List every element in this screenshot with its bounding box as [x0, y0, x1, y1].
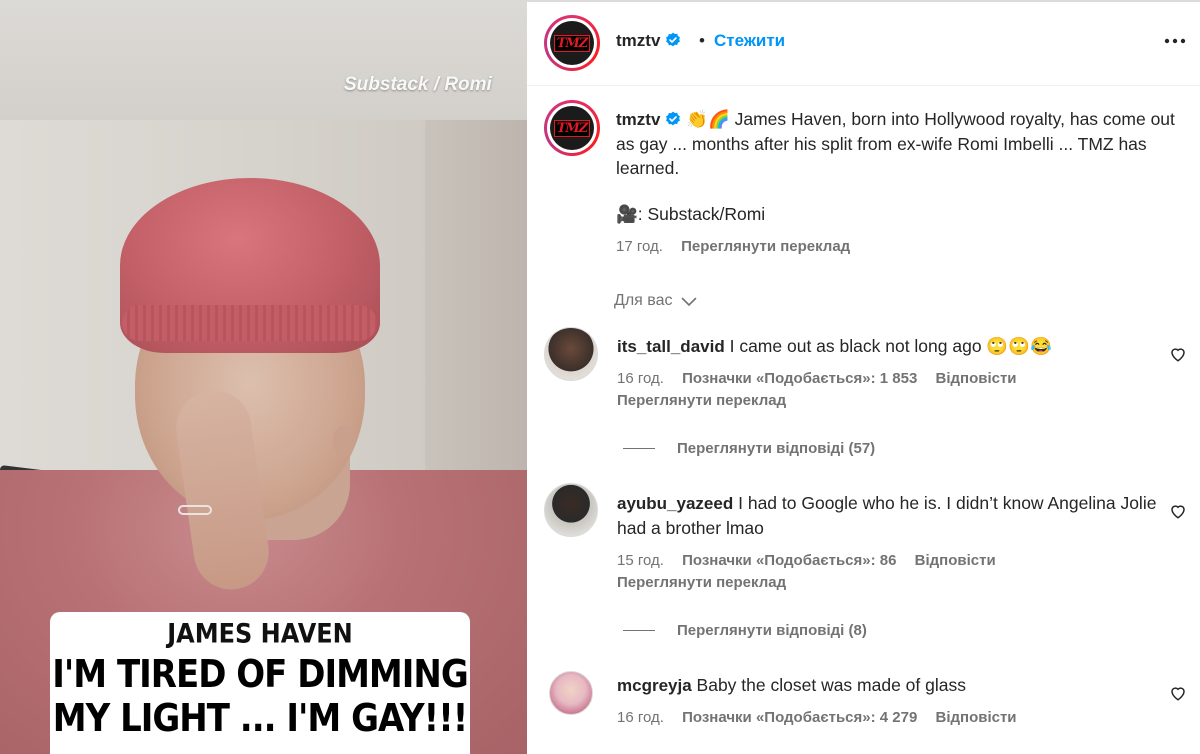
comment-likes[interactable]: Позначки «Подобається»: 86	[682, 552, 896, 569]
caption-translate-link[interactable]: Переглянути переклад	[681, 238, 850, 255]
comment-username[interactable]: ayubu_yazeed	[617, 494, 733, 513]
caption-avatar[interactable]: TMZ	[544, 100, 600, 156]
replies-divider	[623, 630, 655, 631]
tmz-logo-caption: TMZ	[553, 119, 591, 137]
comment-time[interactable]: 15 год.	[617, 552, 664, 569]
replies-divider	[623, 448, 655, 449]
like-heart-icon[interactable]	[1169, 684, 1187, 702]
video-caption-line3: MY LIGHT ... I'M GAY!!!	[52, 696, 468, 742]
caption-meta: 17 год. Переглянути переклад	[616, 238, 850, 255]
video-person-ring	[178, 505, 212, 515]
comment-body: mcgreyja Baby the closet was made of gla…	[617, 673, 1157, 698]
chevron-down-icon	[681, 297, 697, 307]
post-video[interactable]: Substack / Romi JAMES HAVEN I'M TIRED OF…	[0, 0, 527, 754]
comment-reply-button[interactable]: Відповісти	[935, 370, 1016, 387]
video-watermark: Substack / Romi	[344, 74, 492, 95]
caption-text: 👏🌈 James Haven, born into Hollywood roya…	[616, 109, 1175, 178]
view-replies-button[interactable]: Переглянути відповіді (57)	[623, 440, 875, 457]
comment-username[interactable]: mcgreyja	[617, 676, 692, 695]
comment-translate-link[interactable]: Переглянути переклад	[617, 392, 786, 409]
like-heart-icon[interactable]	[1169, 345, 1187, 363]
caption-username[interactable]: tmztv	[616, 110, 660, 129]
view-replies-label: Переглянути відповіді (57)	[677, 440, 876, 457]
video-ceiling	[0, 0, 527, 120]
like-heart-icon[interactable]	[1169, 502, 1187, 520]
comment-avatar[interactable]	[544, 483, 598, 537]
verified-badge-icon	[666, 111, 681, 126]
comment-username[interactable]: its_tall_david	[617, 337, 725, 356]
header-username[interactable]: tmztv	[616, 31, 660, 50]
header-avatar[interactable]: TMZ	[544, 15, 600, 71]
comment-sort-dropdown[interactable]: Для вас	[614, 292, 697, 310]
comment-meta: 16 год. Позначки «Подобається»: 4 279 Ві…	[617, 709, 1017, 726]
comment-text: I came out as black not long ago 🙄🙄😂	[729, 336, 1052, 356]
header-separator-dot: •	[699, 31, 705, 50]
comment-avatar[interactable]	[549, 671, 593, 715]
comment-text: Baby the closet was made of glass	[696, 675, 966, 695]
comment-time[interactable]: 16 год.	[617, 709, 664, 726]
more-horizontal-icon[interactable]	[1164, 28, 1190, 54]
comment-sort-label: Для вас	[614, 292, 673, 309]
comment-body: its_tall_david I came out as black not l…	[617, 334, 1157, 359]
comment-likes[interactable]: Позначки «Подобається»: 1 853	[682, 370, 917, 387]
comment-translate-link[interactable]: Переглянути переклад	[617, 574, 786, 591]
view-replies-label: Переглянути відповіді (8)	[677, 622, 867, 639]
verified-badge-icon	[666, 32, 681, 47]
follow-button[interactable]: Стежити	[714, 31, 785, 51]
comment-time[interactable]: 16 год.	[617, 370, 664, 387]
post-caption: tmztv 👏🌈 James Haven, born into Hollywoo…	[616, 107, 1176, 180]
video-caption-line1: JAMES HAVEN	[167, 618, 353, 650]
comment-reply-button[interactable]: Відповісти	[915, 552, 996, 569]
comment-likes[interactable]: Позначки «Подобається»: 4 279	[682, 709, 917, 726]
caption-time[interactable]: 17 год.	[616, 238, 663, 255]
comment-reply-button[interactable]: Відповісти	[935, 709, 1016, 726]
video-caption-line2: I'M TIRED OF DIMMING	[52, 652, 469, 698]
view-replies-button[interactable]: Переглянути відповіді (8)	[623, 622, 867, 639]
comment-meta: 16 год. Позначки «Подобається»: 1 853 Ві…	[617, 370, 1017, 387]
comment-meta: 15 год. Позначки «Подобається»: 86 Відпо…	[617, 552, 996, 569]
comment-avatar[interactable]	[544, 327, 598, 381]
post-header: TMZ tmztv • Стежити	[527, 0, 1200, 86]
post-panel: TMZ tmztv • Стежити TMZ tmztv 👏🌈 James H…	[527, 0, 1200, 754]
caption-credit: 🎥: Substack/Romi	[616, 204, 766, 224]
video-caption-card: JAMES HAVEN I'M TIRED OF DIMMING MY LIGH…	[50, 612, 470, 754]
video-person-beanie-band	[122, 305, 377, 341]
header-username-group[interactable]: tmztv	[616, 31, 681, 51]
comment-body: ayubu_yazeed I had to Google who he is. …	[617, 491, 1157, 540]
tmz-logo: TMZ	[553, 34, 591, 52]
video-person-ear	[333, 425, 355, 457]
